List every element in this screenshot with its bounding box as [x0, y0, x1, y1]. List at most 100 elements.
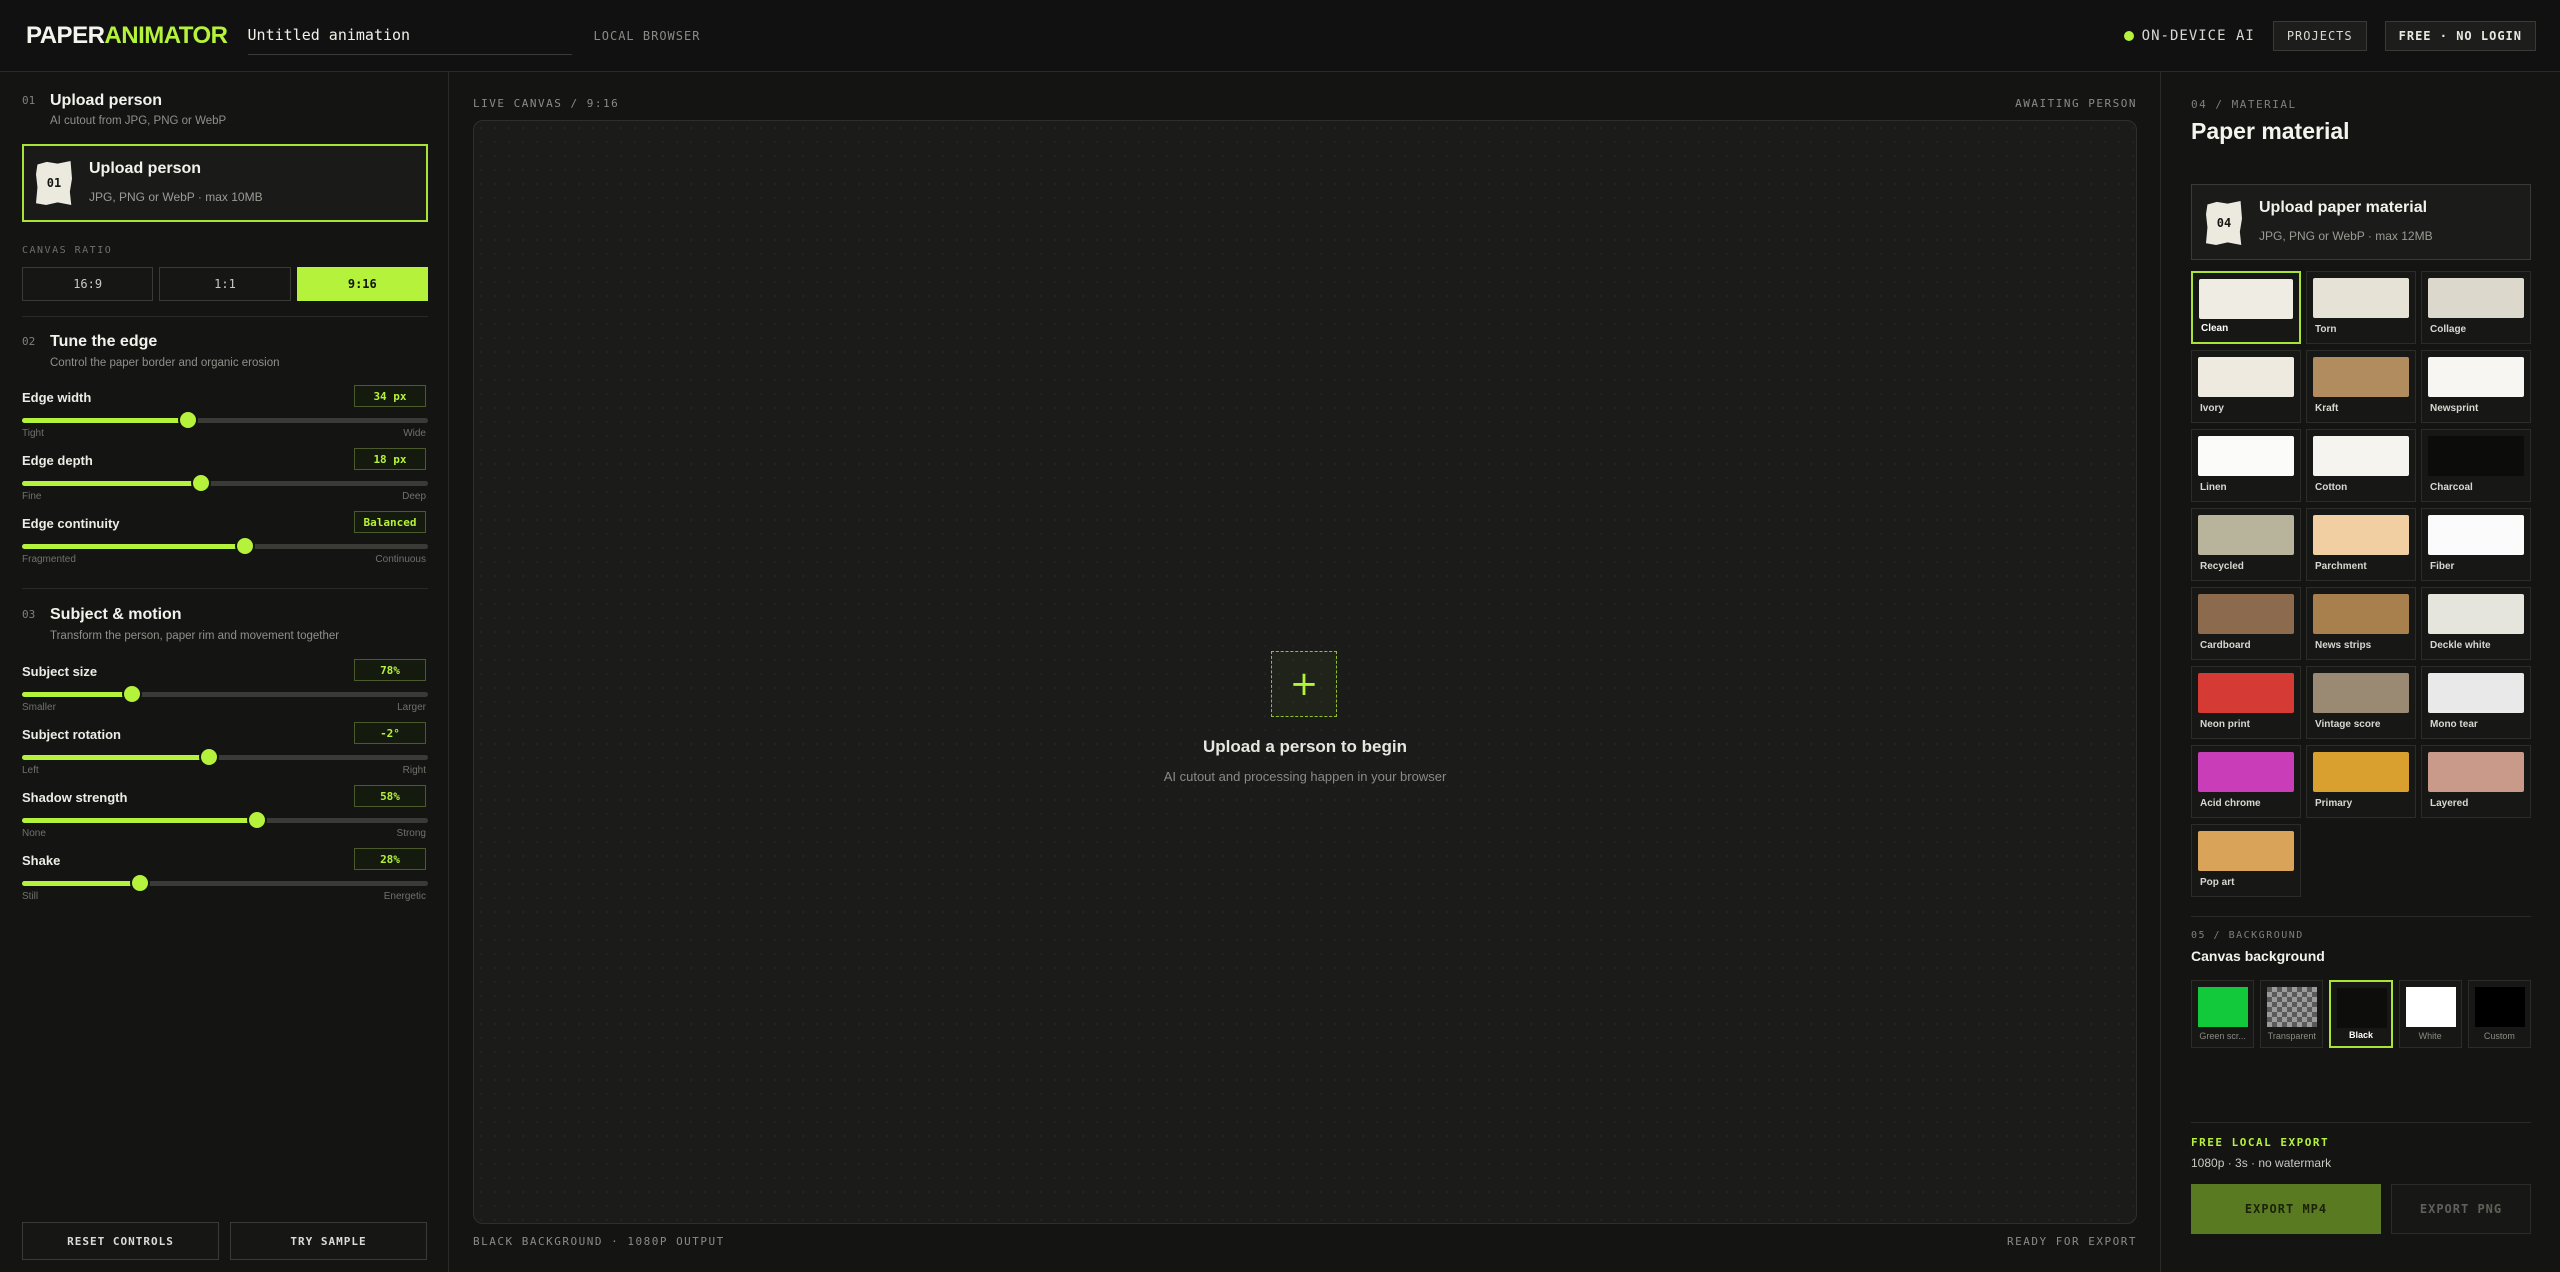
app-logo[interactable]: PAPERANIMATOR [26, 22, 228, 50]
canvas-ratio-label: CANVAS RATIO [22, 245, 113, 256]
subject-size-label: Subject size [22, 664, 98, 679]
ratio-1-1-button[interactable]: 1:1 [159, 267, 291, 301]
material-option-deckle-white[interactable]: Deckle white [2421, 587, 2531, 660]
subject-size-max-label: Larger [397, 702, 426, 713]
section-title-upload: Upload person [50, 92, 163, 109]
material-swatch [2313, 515, 2409, 555]
subject-size-slider[interactable] [22, 686, 428, 702]
material-option-neon-print[interactable]: Neon print [2191, 666, 2301, 739]
plan-badge[interactable]: FREE · NO LOGIN [2384, 21, 2536, 51]
slider-handle[interactable] [192, 475, 209, 491]
material-option-pop-art[interactable]: Pop art [2191, 824, 2301, 897]
subject-rotation-slider[interactable] [22, 749, 428, 765]
document-title-input[interactable]: Untitled animation [247, 17, 572, 55]
subject-rotation-min-label: Left [22, 765, 39, 776]
edge-width-value[interactable]: 34 px [354, 385, 426, 407]
section-title-subject: Subject & motion [50, 606, 182, 623]
live-canvas[interactable]: + Upload a person to begin AI cutout and… [473, 120, 2137, 1224]
upload-paper-material-button[interactable]: 04 Upload paper material JPG, PNG or Web… [2191, 184, 2531, 260]
shadow-strength-value[interactable]: 58% [354, 785, 426, 807]
material-name: Cotton [2315, 482, 2348, 493]
slider-handle[interactable] [249, 812, 266, 828]
background-option-transparent[interactable]: Transparent [2260, 980, 2324, 1048]
upload-person-hint: JPG, PNG or WebP · max 10MB [89, 190, 263, 204]
reset-controls-button[interactable]: RESET CONTROLS [22, 1222, 219, 1260]
material-option-cotton[interactable]: Cotton [2306, 429, 2416, 502]
material-option-clean[interactable]: Clean [2191, 271, 2301, 344]
material-option-ivory[interactable]: Ivory [2191, 350, 2301, 423]
export-png-button[interactable]: EXPORT PNG [2391, 1184, 2531, 1234]
ratio-16-9-button[interactable]: 16:9 [22, 267, 154, 301]
material-option-linen[interactable]: Linen [2191, 429, 2301, 502]
edge-depth-slider[interactable] [22, 475, 428, 491]
material-option-collage[interactable]: Collage [2421, 271, 2531, 344]
slider-fill [22, 818, 258, 823]
projects-button[interactable]: PROJECTS [2272, 21, 2367, 51]
background-option-green-scr-[interactable]: Green scr... [2191, 980, 2255, 1048]
canvas-ratio-selector: 16:9 1:1 9:16 [22, 267, 428, 301]
material-option-acid-chrome[interactable]: Acid chrome [2191, 745, 2301, 818]
material-option-torn[interactable]: Torn [2306, 271, 2416, 344]
background-swatch [2198, 987, 2248, 1027]
slider-handle[interactable] [237, 538, 254, 554]
material-option-layered[interactable]: Layered [2421, 745, 2531, 818]
material-option-charcoal[interactable]: Charcoal [2421, 429, 2531, 502]
material-option-cardboard[interactable]: Cardboard [2191, 587, 2301, 660]
background-option-white[interactable]: White [2398, 980, 2462, 1048]
background-option-custom[interactable]: Custom [2467, 980, 2531, 1048]
status-dot-icon [2123, 31, 2134, 41]
material-option-parchment[interactable]: Parchment [2306, 508, 2416, 581]
material-swatch [2428, 278, 2524, 318]
material-option-vintage-score[interactable]: Vintage score [2306, 666, 2416, 739]
section-subtitle-upload: AI cutout from JPG, PNG or WebP [50, 115, 227, 127]
material-name: Mono tear [2430, 719, 2478, 730]
shadow-strength-slider[interactable] [22, 812, 428, 828]
upload-person-title: Upload person [89, 160, 202, 177]
edge-continuity-value[interactable]: Balanced [354, 511, 426, 533]
divider [22, 316, 428, 317]
background-name: Green scr... [2199, 1031, 2246, 1041]
material-option-newsprint[interactable]: Newsprint [2421, 350, 2531, 423]
material-swatch [2313, 278, 2409, 318]
slider-handle[interactable] [180, 412, 197, 428]
upload-plus-icon[interactable]: + [1271, 651, 1337, 717]
edge-continuity-min-label: Fragmented [22, 554, 76, 565]
ratio-9-16-button[interactable]: 9:16 [296, 267, 428, 301]
material-name: Torn [2315, 324, 2337, 335]
material-option-kraft[interactable]: Kraft [2306, 350, 2416, 423]
shake-max-label: Energetic [383, 891, 426, 902]
edge-width-slider[interactable] [22, 412, 428, 428]
top-bar: PAPERANIMATOR Untitled animation LOCAL B… [0, 0, 2560, 72]
background-section-label: 05 / BACKGROUND [2191, 930, 2304, 941]
slider-handle[interactable] [200, 749, 217, 765]
canvas-footer-right: READY FOR EXPORT [2007, 1235, 2137, 1248]
slider-handle[interactable] [131, 875, 148, 891]
canvas-status-label: AWAITING PERSON [2015, 97, 2137, 110]
subject-size-value[interactable]: 78% [354, 659, 426, 681]
material-option-primary[interactable]: Primary [2306, 745, 2416, 818]
shake-value[interactable]: 28% [354, 848, 426, 870]
try-sample-button[interactable]: TRY SAMPLE [230, 1222, 427, 1260]
material-swatch [2313, 752, 2409, 792]
slider-fill [22, 418, 189, 423]
background-swatch [2267, 987, 2318, 1027]
background-swatch [2337, 988, 2388, 1028]
export-mp4-button[interactable]: EXPORT MP4 [2191, 1184, 2381, 1234]
material-name: Charcoal [2430, 482, 2473, 493]
shake-slider[interactable] [22, 875, 428, 891]
material-swatch [2198, 436, 2294, 476]
background-option-black[interactable]: Black [2329, 980, 2393, 1048]
paper-number-icon: 04 [2206, 201, 2242, 245]
upload-person-button[interactable]: 01 Upload person JPG, PNG or WebP · max … [22, 144, 428, 222]
slider-handle[interactable] [123, 686, 140, 702]
material-option-news-strips[interactable]: News strips [2306, 587, 2416, 660]
material-name: Linen [2200, 482, 2227, 493]
material-swatch [2198, 515, 2294, 555]
material-option-fiber[interactable]: Fiber [2421, 508, 2531, 581]
edge-continuity-slider[interactable] [22, 538, 428, 554]
material-option-mono-tear[interactable]: Mono tear [2421, 666, 2531, 739]
material-option-recycled[interactable]: Recycled [2191, 508, 2301, 581]
material-swatch [2428, 436, 2524, 476]
subject-rotation-value[interactable]: -2° [354, 722, 426, 744]
edge-depth-value[interactable]: 18 px [354, 448, 426, 470]
